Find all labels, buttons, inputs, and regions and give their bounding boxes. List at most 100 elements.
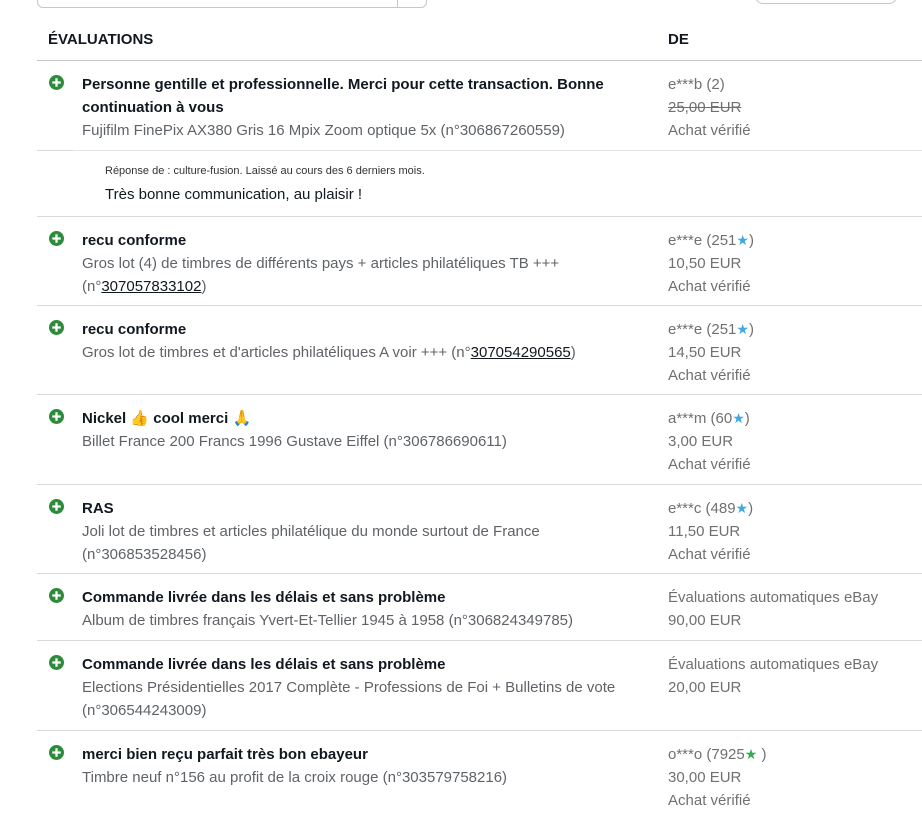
item-title: Gros lot (4) de timbres de différents pa… xyxy=(82,252,652,298)
comment-text: recu conforme xyxy=(82,232,187,249)
feedback-comment: recu conforme Gros lot (4) de timbres de… xyxy=(82,229,652,298)
positive-rating-icon xyxy=(49,745,64,760)
buyer-name[interactable]: e***b (2) xyxy=(668,73,918,96)
item-link[interactable]: 307054290565 xyxy=(471,344,571,361)
feedback-comment: recu conforme Gros lot de timbres et d'a… xyxy=(82,318,652,364)
comment-text: RAS xyxy=(82,500,114,517)
buyer-name[interactable]: o***o (7925★ ) xyxy=(668,743,918,766)
from-cell: Évaluations automatiques eBay 90,00 EUR xyxy=(668,586,918,632)
item-title: Fujifilm FinePix AX380 Gris 16 Mpix Zoom… xyxy=(82,122,565,139)
buyer-close: ) xyxy=(748,321,754,338)
item-title: Album de timbres français Yvert-Et-Telli… xyxy=(82,612,574,629)
buyer-name: Évaluations automatiques eBay xyxy=(668,589,879,606)
item-title-text: Gros lot de timbres et d'articles philat… xyxy=(82,344,471,361)
buyer-id: e***e (251 xyxy=(668,321,737,338)
feedback-comment: Nickel 👍 cool merci 🙏 Billet France 200 … xyxy=(82,407,652,453)
feedback-comment: merci bien reçu parfait très bon ebayeur… xyxy=(82,743,652,789)
star-icon: ★ xyxy=(735,500,749,516)
item-title: Billet France 200 Francs 1996 Gustave Ei… xyxy=(82,433,507,450)
from-cell: o***o (7925★ ) 30,00 EUR Achat vérifié xyxy=(668,743,918,812)
positive-rating-icon xyxy=(49,409,64,424)
item-title: Gros lot de timbres et d'articles philat… xyxy=(82,341,652,364)
verified-purchase: Achat vérifié xyxy=(668,278,751,295)
item-title-suffix: ) xyxy=(570,344,576,361)
item-title: Timbre neuf n°156 au profit de la croix … xyxy=(82,769,508,786)
table-row: Personne gentille et professionnelle. Me… xyxy=(37,61,922,151)
item-title: Elections Présidentielles 2017 Complète … xyxy=(82,679,616,719)
item-title: Joli lot de timbres et articles philatél… xyxy=(82,523,540,563)
item-link[interactable]: 307057833102 xyxy=(101,278,201,295)
buyer-id: e***c (489 xyxy=(668,500,736,517)
comment-text-2: cool merci xyxy=(149,410,233,427)
positive-rating-icon xyxy=(49,655,64,670)
table-row: recu conforme Gros lot de timbres et d'a… xyxy=(37,306,922,395)
buyer-close: ) xyxy=(748,500,754,517)
from-cell: e***c (489★) 11,50 EUR Achat vérifié xyxy=(668,497,918,566)
item-price: 90,00 EUR xyxy=(668,612,742,629)
feedback-comment: RAS Joli lot de timbres et articles phil… xyxy=(82,497,652,566)
comment-text: Nickel xyxy=(82,410,131,427)
buyer-close: ) xyxy=(757,746,767,763)
star-icon: ★ xyxy=(732,410,745,426)
positive-rating-icon xyxy=(49,75,64,90)
item-price: 3,00 EUR xyxy=(668,433,734,450)
reply-meta: Réponse de : culture-fusion. Laissé au c… xyxy=(105,165,425,177)
reply-text: Très bonne communication, au plaisir ! xyxy=(105,186,363,203)
item-price: 20,00 EUR xyxy=(668,679,742,696)
search-box-partial[interactable] xyxy=(37,0,427,8)
table-header: ÉVALUATIONS DE xyxy=(37,20,922,61)
positive-rating-icon xyxy=(49,320,64,335)
item-price: 14,50 EUR xyxy=(668,344,742,361)
from-cell: e***b (2) 25,00 EUR Achat vérifié xyxy=(668,73,918,142)
from-cell: e***e (251★) 10,50 EUR Achat vérifié xyxy=(668,229,918,298)
feedback-comment: Personne gentille et professionnelle. Me… xyxy=(82,73,652,142)
table-row: Nickel 👍 cool merci 🙏 Billet France 200 … xyxy=(37,395,922,485)
table-row: RAS Joli lot de timbres et articles phil… xyxy=(37,485,922,574)
item-price: 30,00 EUR xyxy=(668,769,742,786)
buyer-id: e***e (251 xyxy=(668,232,737,249)
from-cell: Évaluations automatiques eBay 20,00 EUR xyxy=(668,653,918,699)
comment-text: recu conforme xyxy=(82,321,187,338)
item-price: 11,50 EUR xyxy=(668,523,741,540)
table-row: merci bien reçu parfait très bon ebayeur… xyxy=(37,731,922,821)
verified-purchase: Achat vérifié xyxy=(668,792,751,809)
buyer-close: ) xyxy=(744,410,750,427)
column-header-from: DE xyxy=(668,31,689,48)
buyer-id: a***m (60 xyxy=(668,410,733,427)
table-row: Commande livrée dans les délais et sans … xyxy=(37,641,922,731)
star-icon: ★ xyxy=(736,321,749,337)
comment-text: Commande livrée dans les délais et sans … xyxy=(82,656,446,673)
seller-reply: Réponse de : culture-fusion. Laissé au c… xyxy=(37,150,922,217)
item-title-suffix: ) xyxy=(201,278,207,295)
buyer-close: ) xyxy=(748,232,754,249)
filter-button-partial[interactable] xyxy=(755,0,897,4)
comment-text: Personne gentille et professionnelle. Me… xyxy=(82,76,604,116)
positive-rating-icon xyxy=(49,231,64,246)
buyer-name[interactable]: e***e (251★) xyxy=(668,318,918,341)
verified-purchase: Achat vérifié xyxy=(668,456,751,473)
column-header-feedback: ÉVALUATIONS xyxy=(48,31,154,48)
feedback-comment: Commande livrée dans les délais et sans … xyxy=(82,653,652,722)
from-cell: a***m (60★) 3,00 EUR Achat vérifié xyxy=(668,407,918,476)
buyer-name[interactable]: a***m (60★) xyxy=(668,407,918,430)
comment-text: merci bien reçu parfait très bon ebayeur xyxy=(82,746,368,763)
verified-purchase: Achat vérifié xyxy=(668,546,751,563)
feedback-table: ÉVALUATIONS DE Personne gentille et prof… xyxy=(37,20,922,821)
star-icon: ★ xyxy=(736,232,749,248)
table-row: recu conforme Gros lot (4) de timbres de… xyxy=(37,217,922,306)
buyer-id: o***o (7925 xyxy=(668,746,745,763)
star-icon: ★ xyxy=(744,746,758,762)
item-price: 10,50 EUR xyxy=(668,255,742,272)
from-cell: e***e (251★) 14,50 EUR Achat vérifié xyxy=(668,318,918,387)
item-price: 25,00 EUR xyxy=(668,99,742,116)
positive-rating-icon xyxy=(49,499,64,514)
positive-rating-icon xyxy=(49,588,64,603)
feedback-comment: Commande livrée dans les délais et sans … xyxy=(82,586,652,632)
reply-divider xyxy=(73,150,922,151)
buyer-name: Évaluations automatiques eBay xyxy=(668,656,879,673)
search-box-divider xyxy=(397,0,398,7)
comment-text: Commande livrée dans les délais et sans … xyxy=(82,589,446,606)
thumbs-up-icon: 👍 xyxy=(130,410,150,427)
buyer-name[interactable]: e***c (489★) xyxy=(668,497,918,520)
buyer-name[interactable]: e***e (251★) xyxy=(668,229,918,252)
